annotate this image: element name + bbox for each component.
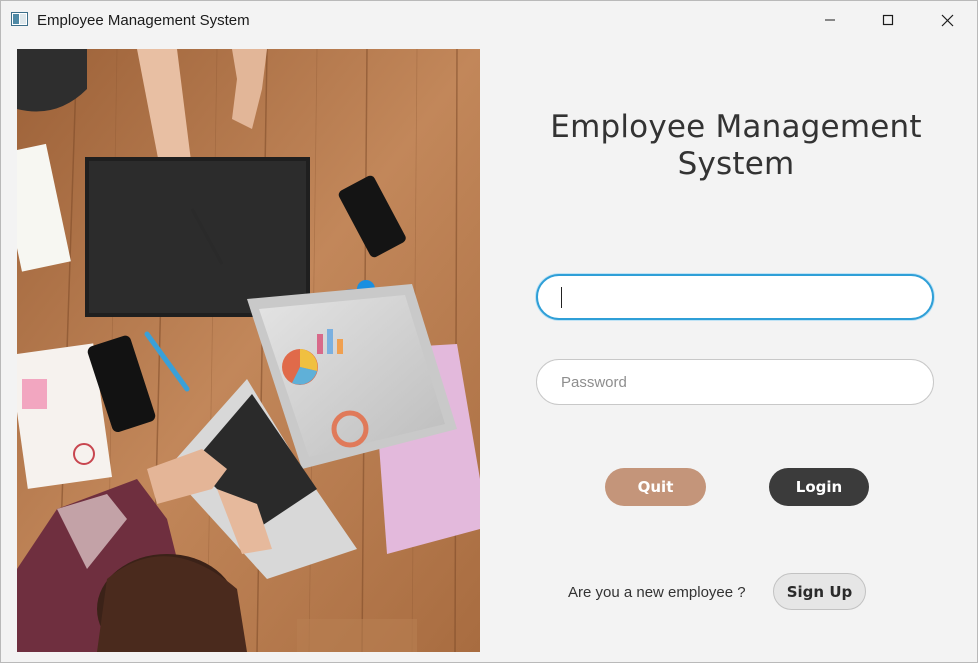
close-icon — [941, 14, 953, 26]
maximize-button[interactable] — [859, 1, 917, 39]
workspace-photo — [17, 49, 480, 652]
quit-button[interactable]: Quit — [605, 468, 706, 506]
app-icon — [11, 12, 28, 26]
password-input[interactable] — [536, 359, 934, 405]
new-employee-label: Are you a new employee ? — [568, 584, 746, 601]
username-input[interactable] — [536, 274, 934, 320]
close-button[interactable] — [918, 1, 976, 39]
login-button[interactable]: Login — [769, 468, 869, 506]
minimize-icon — [825, 19, 835, 21]
app-window: Employee Management System Employee Mana… — [0, 0, 978, 663]
heading-line-2: System — [677, 146, 795, 182]
signup-button[interactable]: Sign Up — [773, 573, 866, 610]
title-bar[interactable]: Employee Management System — [1, 1, 977, 39]
heading-line-1: Employee Management — [550, 109, 922, 145]
app-heading: Employee Management System — [521, 109, 951, 183]
maximize-icon — [882, 14, 894, 26]
window-title: Employee Management System — [37, 12, 250, 29]
minimize-button[interactable] — [801, 1, 859, 39]
text-caret — [561, 287, 562, 308]
